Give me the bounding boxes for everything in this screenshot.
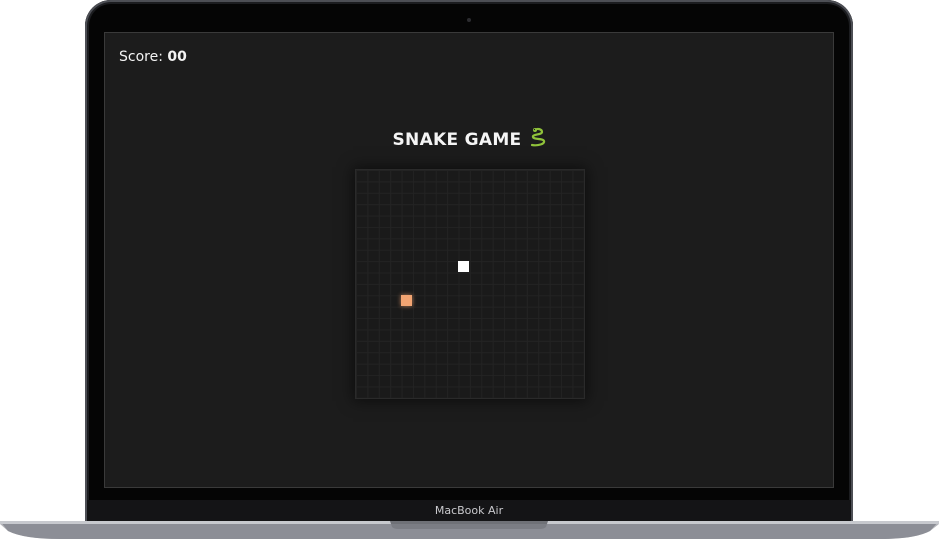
game-title: SNAKE GAME [105,127,833,152]
game-board[interactable] [355,169,585,399]
snake-icon [529,127,547,152]
score-value: 00 [167,49,187,65]
game-screen: Score: 00 SNAKE GAME [104,32,834,488]
title-text: SNAKE GAME [392,129,522,150]
snake-head [458,261,469,272]
score-display: Score: 00 [119,49,187,65]
model-label: MacBook Air [434,504,504,517]
laptop-base [0,518,939,539]
food-item [401,295,412,306]
camera-icon [467,18,471,22]
score-label: Score: [119,49,163,65]
